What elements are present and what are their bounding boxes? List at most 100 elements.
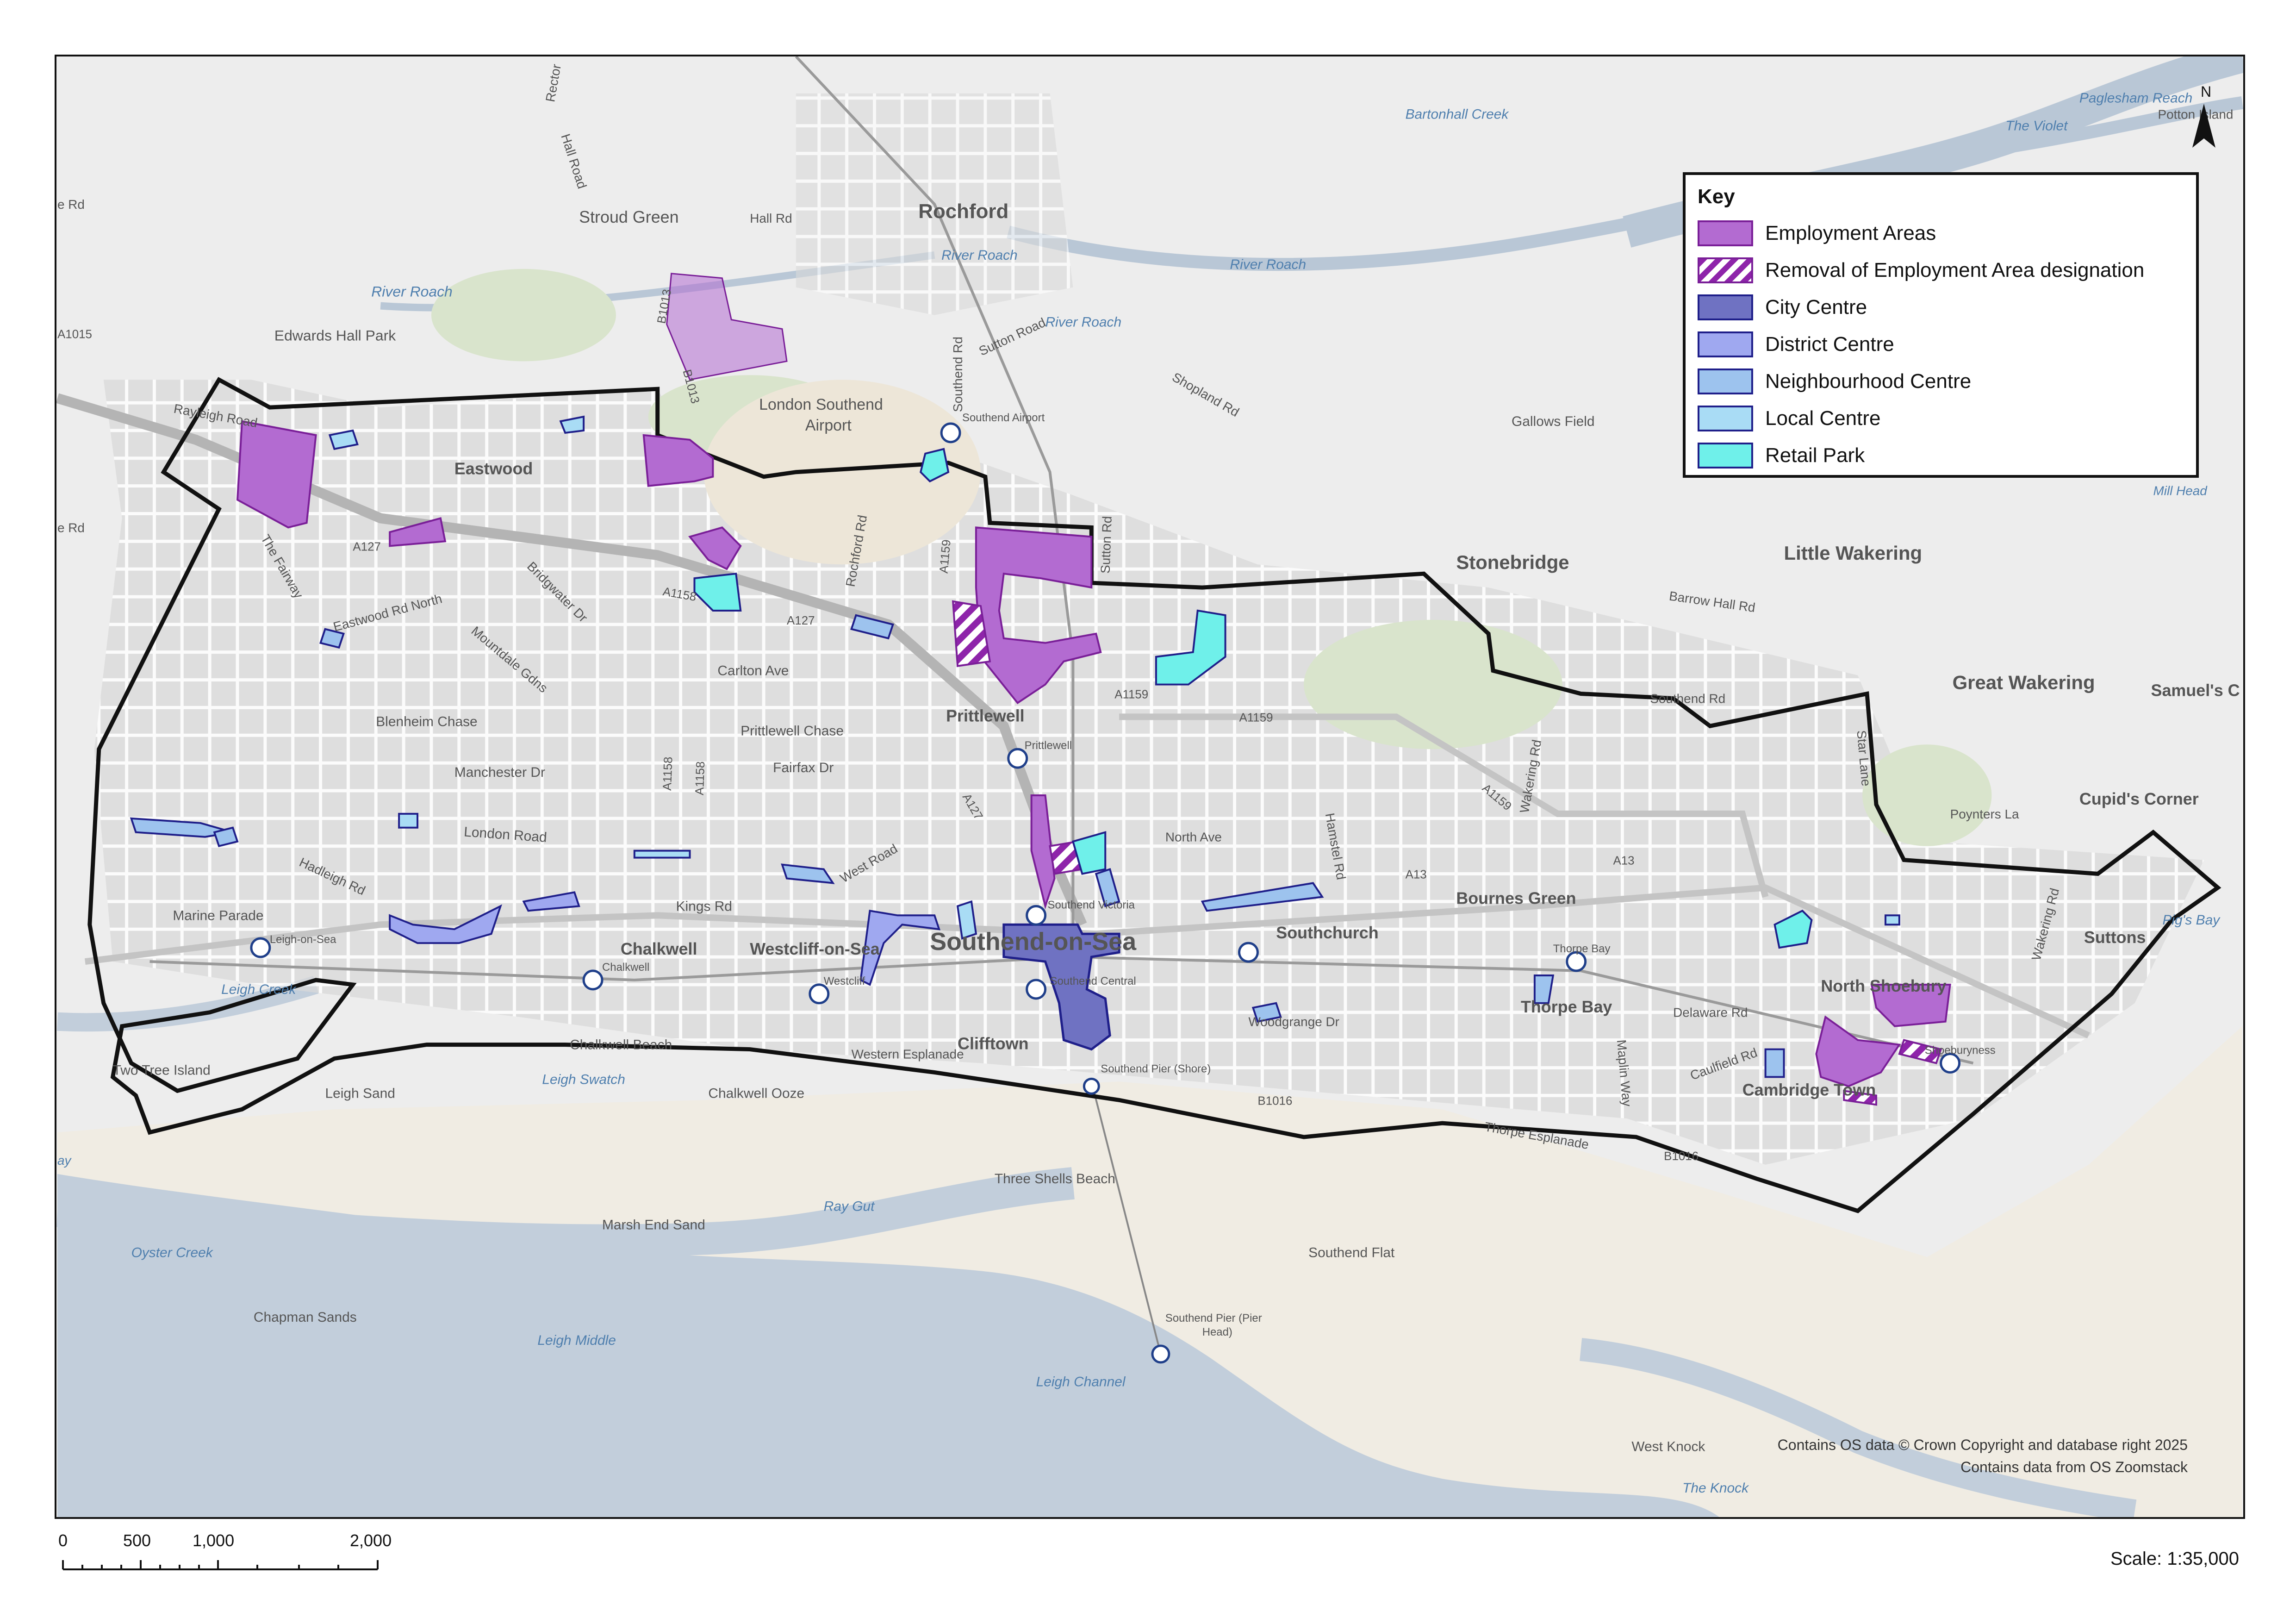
label-oyster-creek: Oyster Creek [131, 1245, 214, 1260]
label-river-roach-1: River Roach [371, 283, 453, 300]
legend-item-neighbourhood-centre[interactable]: Neighbourhood Centre [1698, 363, 2184, 400]
legend-label: Employment Areas [1765, 222, 1936, 244]
scale-tick-2000: 2,000 Meters [350, 1531, 392, 1550]
copyright-line-1: Contains OS data © Crown Copyright and d… [1777, 1437, 2188, 1453]
label-river-roach-4: River Roach [1045, 315, 1122, 330]
station-icon-leigh[interactable] [250, 937, 271, 958]
legend-label: District Centre [1765, 333, 1894, 356]
label-leigh-channel: Leigh Channel [1036, 1374, 1126, 1390]
label-chalkwell-beach: Chalkwell Beach [570, 1037, 672, 1053]
station-icon-pier-head[interactable] [1151, 1344, 1170, 1364]
label-a13b: A13 [1613, 855, 1634, 868]
label-marsh-end-sand: Marsh End Sand [602, 1218, 705, 1233]
label-kings-rd: Kings Rd [676, 899, 732, 914]
label-chalkwell: Chalkwell [621, 940, 697, 958]
label-leigh-middle: Leigh Middle [537, 1333, 616, 1348]
label-mill-head: Mill Head [2153, 484, 2208, 498]
label-station-pier-head-1: Southend Pier (Pier [1165, 1312, 1262, 1324]
label-stroud-green: Stroud Green [579, 208, 678, 226]
label-bournes-green: Bournes Green [1456, 889, 1576, 907]
local-centre-north-shoebury-2[interactable] [1884, 914, 1900, 926]
label-prittlewell: Prittlewell [946, 706, 1025, 725]
legend-label: Removal of Employment Area designation [1765, 259, 2145, 281]
station-icon-prittlewell[interactable] [1007, 748, 1028, 769]
station-icon-southend-victoria[interactable] [1026, 905, 1047, 926]
label-three-shells-beach: Three Shells Beach [995, 1171, 1115, 1187]
label-woodgrange-dr: Woodgrange Dr [1248, 1015, 1339, 1029]
legend-title: Key [1698, 185, 1735, 208]
label-station-pier-shore: Southend Pier (Shore) [1101, 1062, 1211, 1075]
label-two-tree-island: Two Tree Island [113, 1062, 211, 1078]
label-rd-edge2: e Rd [57, 520, 85, 535]
legend-label: Local Centre [1765, 407, 1881, 430]
label-a1158c: A1158 [693, 761, 708, 795]
label-clifftown: Clifftown [958, 1035, 1028, 1053]
label-station-southend-victoria: Southend Victoria [1048, 899, 1135, 911]
label-carlton-ave: Carlton Ave [717, 663, 789, 679]
label-westcliff: Westcliff-on-Sea [750, 940, 880, 958]
park-3 [431, 269, 616, 362]
label-blenheim-chase: Blenheim Chase [376, 714, 477, 729]
label-station-southend-central: Southend Central [1050, 975, 1136, 987]
label-poynters-la: Poynters La [1950, 807, 2019, 821]
label-southend-rd2: Southend Rd [1650, 691, 1725, 706]
label-a1015: A1015 [57, 328, 92, 341]
legend-swatch [1698, 220, 1753, 246]
label-ay-edge: ay [57, 1153, 72, 1168]
label-b1016a: B1016 [1257, 1094, 1292, 1107]
label-a127a: A127 [353, 540, 381, 553]
legend-item-city-centre[interactable]: City Centre [1698, 289, 2184, 326]
label-southend: Southend-on-Sea [930, 928, 1137, 956]
local-centre-london-rd-4[interactable] [633, 849, 691, 859]
local-centre-london-rd-3[interactable] [398, 812, 419, 829]
label-leigh-sand: Leigh Sand [325, 1086, 395, 1101]
legend-item-district-centre[interactable]: District Centre [1698, 326, 2184, 363]
label-sutton-rd: Sutton Rd [1098, 516, 1114, 574]
label-a1159c: A1159 [1239, 711, 1273, 724]
label-leigh-swatch: Leigh Swatch [542, 1072, 625, 1087]
legend-label: Retail Park [1765, 444, 1865, 467]
legend-item-employment-areas[interactable]: Employment Areas [1698, 215, 2184, 252]
label-gallows-field: Gallows Field [1512, 414, 1595, 429]
label-station-southend-airport: Southend Airport [962, 412, 1045, 424]
label-a13a: A13 [1406, 868, 1427, 881]
label-great-wakering: Great Wakering [1953, 672, 2095, 693]
scale-ratio: Scale: 1:35,000 [2110, 1549, 2239, 1569]
label-marine-parade: Marine Parade [173, 908, 263, 923]
station-icon-chalkwell[interactable] [582, 969, 604, 991]
neighbourhood-centre-cambridge[interactable] [1764, 1048, 1785, 1078]
label-station-chalkwell: Chalkwell [602, 961, 649, 974]
label-southchurch: Southchurch [1276, 924, 1378, 942]
legend-item-local-centre[interactable]: Local Centre [1698, 400, 2184, 437]
legend-swatch [1698, 443, 1753, 468]
legend-item-retail-park[interactable]: Retail Park [1698, 437, 2184, 474]
legend-swatch [1698, 331, 1753, 357]
label-river-roach-3: River Roach [1230, 257, 1307, 272]
station-icon-southend-central[interactable] [1026, 979, 1047, 1000]
label-b1016b: B1016 [1664, 1150, 1699, 1163]
label-cupids-corner: Cupid's Corner [2079, 790, 2199, 808]
label-a127b: A127 [787, 614, 815, 627]
label-suttons: Suttons [2084, 928, 2146, 947]
label-manchester-dr: Manchester Dr [454, 765, 545, 780]
label-prittlewell-chase: Prittlewell Chase [740, 723, 844, 738]
label-pigs-bay: Pig's Bay [2162, 912, 2221, 928]
label-a1159b: A1159 [1114, 688, 1148, 701]
label-airport-2: Airport [805, 417, 852, 434]
label-edwards-hall-park: Edwards Hall Park [274, 327, 396, 344]
label-north-shoebury: North Shoebury [1821, 977, 1946, 995]
station-icon-southend-airport[interactable] [940, 422, 961, 443]
scale-tick-0: 0 [58, 1531, 68, 1550]
label-station-westcliff: Westcliff [824, 975, 865, 987]
legend-item-removal[interactable]: Removal of Employment Area designation [1698, 252, 2184, 289]
station-icon-southchurch[interactable] [1238, 942, 1259, 963]
legend-label: City Centre [1765, 296, 1867, 319]
label-southend-flat: Southend Flat [1308, 1245, 1395, 1260]
label-western-esplanade: Western Esplanade [852, 1047, 964, 1062]
park-1 [1304, 619, 1562, 750]
copyright-line-2: Contains data from OS Zoomstack [1960, 1459, 2188, 1475]
scale-tick-500: 500 [123, 1531, 151, 1550]
label-chapman-sands: Chapman Sands [254, 1310, 357, 1325]
station-icon-pier-shore[interactable] [1083, 1077, 1100, 1095]
label-rd-edge: e Rd [57, 197, 85, 212]
